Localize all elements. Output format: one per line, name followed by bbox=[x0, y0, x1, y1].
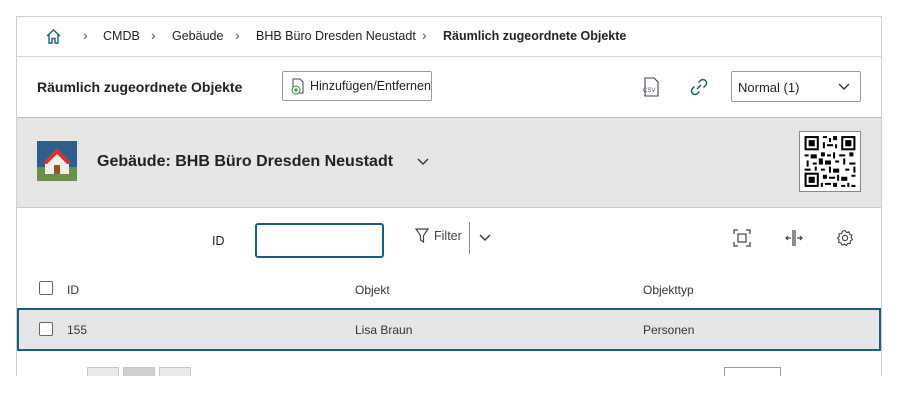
object-header: Gebäude: BHB Büro Dresden Neustadt bbox=[17, 118, 881, 208]
view-select-value: Normal (1) bbox=[738, 80, 800, 95]
link-icon[interactable] bbox=[688, 76, 710, 98]
table-header: ID Objekt Objekttyp bbox=[17, 266, 881, 308]
column-header-objekttyp[interactable]: Objekttyp bbox=[643, 283, 694, 297]
home-icon[interactable] bbox=[45, 28, 62, 45]
qr-code[interactable] bbox=[799, 131, 861, 192]
fullscreen-icon[interactable] bbox=[733, 229, 751, 247]
pagination-button[interactable] bbox=[159, 367, 191, 376]
main-panel: › CMDB › Gebäude › BHB Büro Dresden Neus… bbox=[16, 16, 882, 376]
csv-export-icon[interactable]: CSV bbox=[640, 76, 662, 98]
breadcrumb-item-building[interactable]: BHB Büro Dresden Neustadt bbox=[256, 29, 416, 43]
column-header-objekt[interactable]: Objekt bbox=[355, 283, 390, 297]
qr-code-image bbox=[804, 136, 856, 187]
chevron-down-icon bbox=[838, 83, 850, 90]
page-title: Räumlich zugeordnete Objekte bbox=[37, 79, 243, 95]
id-filter-label: ID bbox=[212, 234, 225, 248]
chevron-right-icon: › bbox=[422, 27, 427, 43]
svg-text:CSV: CSV bbox=[643, 88, 655, 94]
object-title: Gebäude: BHB Büro Dresden Neustadt bbox=[97, 153, 394, 170]
page-size-select[interactable] bbox=[724, 367, 781, 376]
table-row[interactable]: 155 Lisa Braun Personen bbox=[17, 308, 881, 351]
row-objekt[interactable]: Lisa Braun bbox=[355, 323, 412, 337]
add-remove-label: Hinzufügen/Entfernen bbox=[310, 79, 431, 93]
building-icon bbox=[37, 141, 77, 181]
add-remove-button[interactable]: Hinzufügen/Entfernen bbox=[282, 71, 432, 101]
filter-icon bbox=[415, 228, 429, 244]
view-select[interactable]: Normal (1) bbox=[731, 71, 861, 102]
settings-gear-icon[interactable] bbox=[836, 229, 854, 247]
breadcrumb-item-cmdb[interactable]: CMDB bbox=[103, 29, 140, 43]
pagination-button[interactable] bbox=[87, 367, 119, 376]
row-checkbox[interactable] bbox=[39, 322, 53, 336]
add-document-icon bbox=[291, 78, 304, 94]
select-all-checkbox[interactable] bbox=[39, 281, 53, 295]
column-header-id[interactable]: ID bbox=[67, 283, 79, 297]
row-objekttyp: Personen bbox=[643, 323, 695, 337]
chevron-right-icon: › bbox=[83, 27, 88, 43]
toolbar: Räumlich zugeordnete Objekte Hinzufügen/… bbox=[17, 57, 881, 118]
id-filter-input[interactable] bbox=[255, 223, 384, 258]
breadcrumb: › CMDB › Gebäude › BHB Büro Dresden Neus… bbox=[17, 17, 881, 57]
pagination-button[interactable] bbox=[123, 367, 155, 376]
filter-label: Filter bbox=[434, 229, 462, 243]
chevron-right-icon: › bbox=[151, 27, 156, 43]
column-width-icon[interactable] bbox=[785, 229, 803, 247]
divider bbox=[469, 222, 470, 254]
breadcrumb-item-current: Räumlich zugeordnete Objekte bbox=[443, 29, 627, 43]
filter-bar: ID Filter bbox=[17, 208, 881, 266]
row-id: 155 bbox=[67, 323, 88, 337]
breadcrumb-item-gebaeude[interactable]: Gebäude bbox=[172, 29, 223, 43]
chevron-down-icon[interactable] bbox=[417, 156, 429, 166]
chevron-down-icon[interactable] bbox=[479, 232, 491, 242]
filter-button[interactable]: Filter bbox=[415, 228, 462, 244]
chevron-right-icon: › bbox=[235, 27, 240, 43]
